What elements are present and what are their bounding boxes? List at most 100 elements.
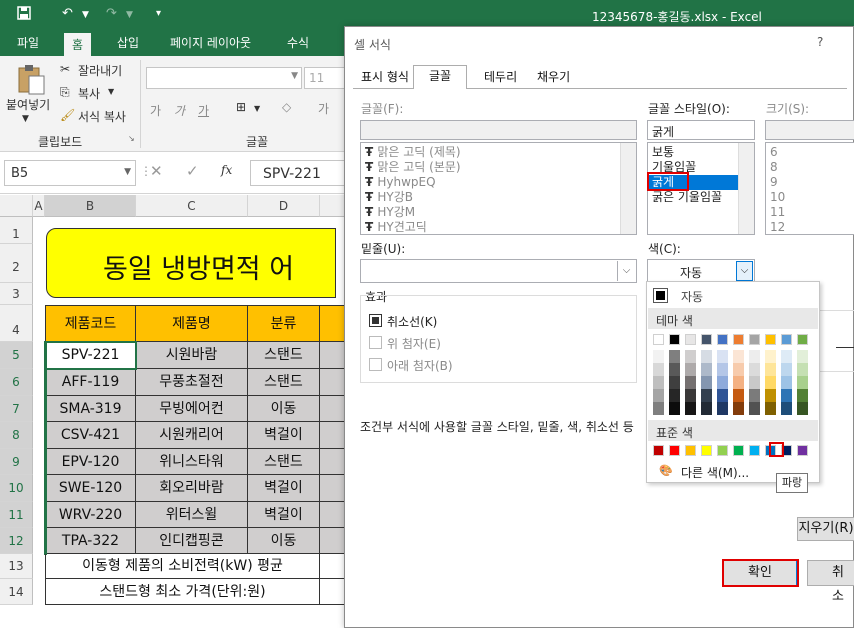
standard-color-swatch[interactable] <box>797 445 808 456</box>
cell-product-code[interactable]: SMA-319 <box>45 396 136 422</box>
cell-category[interactable]: 벽걸이 <box>248 475 320 502</box>
cell[interactable] <box>320 422 345 449</box>
theme-color-swatch[interactable] <box>765 363 776 376</box>
cell[interactable] <box>320 369 345 396</box>
row-header[interactable]: 4 <box>0 305 33 342</box>
bold-button[interactable]: 가 <box>150 102 161 119</box>
column-header-a[interactable]: A <box>33 195 45 217</box>
theme-color-swatch[interactable] <box>797 389 808 402</box>
theme-color-swatch[interactable] <box>717 402 728 415</box>
superscript-checkbox[interactable] <box>369 336 382 349</box>
font-item[interactable]: Ŧ 맑은 고딕 (본문) <box>361 160 636 175</box>
row-header[interactable]: 7 <box>0 396 33 422</box>
theme-color-swatch[interactable] <box>717 334 728 345</box>
scrollbar[interactable] <box>620 143 636 234</box>
clear-button[interactable]: 지우기(R) <box>797 517 854 541</box>
font-item[interactable]: Ŧ HY강M <box>361 205 636 220</box>
theme-color-swatch[interactable] <box>669 363 680 376</box>
theme-color-swatch[interactable] <box>685 350 696 363</box>
standard-color-swatch[interactable] <box>717 445 728 456</box>
border-dropdown-icon[interactable]: ▼ <box>254 104 260 113</box>
tab-border[interactable]: 테두리 <box>478 67 523 89</box>
cell[interactable] <box>320 528 345 554</box>
subscript-checkbox[interactable] <box>369 358 382 371</box>
cell-category[interactable]: 이동 <box>248 396 320 422</box>
copy-icon[interactable]: ⎘ <box>60 85 70 100</box>
theme-color-swatch[interactable] <box>669 402 680 415</box>
automatic-color-swatch[interactable] <box>653 288 668 303</box>
copy-button[interactable]: 복사 <box>78 85 100 102</box>
theme-color-swatch[interactable] <box>797 402 808 415</box>
theme-color-swatch[interactable] <box>733 402 744 415</box>
cell[interactable] <box>320 502 345 528</box>
theme-color-swatch[interactable] <box>701 402 712 415</box>
size-item[interactable]: 10 <box>766 190 854 205</box>
style-input[interactable]: 굵게 <box>647 120 755 140</box>
enter-icon[interactable]: ✓ <box>186 162 199 180</box>
cut-button[interactable]: 잘라내기 <box>78 62 122 79</box>
automatic-color-label[interactable]: 자동 <box>681 288 703 305</box>
cell-product-code[interactable]: TPA-322 <box>45 528 136 554</box>
more-colors-link[interactable]: 다른 색(M)... <box>681 464 749 481</box>
theme-color-swatch[interactable] <box>749 376 760 389</box>
worksheet[interactable]: A B C D 1 2 3 4 5 6 7 8 9 10 11 12 13 14… <box>0 195 345 628</box>
header-category[interactable]: 분류 <box>248 305 320 342</box>
row-header[interactable]: 5 <box>0 342 33 369</box>
tab-file[interactable]: 파일 <box>17 34 39 51</box>
undo-icon[interactable]: ↶ <box>62 6 73 21</box>
theme-color-swatch[interactable] <box>749 389 760 402</box>
name-box[interactable]: B5 ▼ <box>4 160 136 186</box>
row-header[interactable]: 2 <box>0 244 33 283</box>
theme-color-swatch[interactable] <box>701 363 712 376</box>
fill-color-icon[interactable]: ◇ <box>282 100 291 114</box>
cell-category[interactable]: 스탠드 <box>248 342 320 369</box>
font-input[interactable] <box>360 120 637 140</box>
redo-icon[interactable]: ↷ <box>106 6 117 21</box>
cut-icon[interactable]: ✂ <box>60 62 70 76</box>
row-header[interactable]: 12 <box>0 528 33 554</box>
row-header[interactable]: 11 <box>0 502 33 528</box>
row-header[interactable]: 14 <box>0 579 33 605</box>
theme-color-swatch[interactable] <box>701 350 712 363</box>
theme-color-swatch[interactable] <box>685 334 696 345</box>
summary-cell[interactable] <box>320 579 345 605</box>
standard-color-swatch[interactable] <box>701 445 712 456</box>
theme-color-swatch[interactable] <box>781 402 792 415</box>
theme-color-swatch[interactable] <box>765 334 776 345</box>
size-item[interactable]: 8 <box>766 160 854 175</box>
summary-mobile-power[interactable]: 이동형 제품의 소비전력(kW) 평균 <box>45 554 320 579</box>
theme-color-swatch[interactable] <box>669 389 680 402</box>
row-header[interactable]: 6 <box>0 369 33 396</box>
font-color-icon[interactable]: 가 <box>318 100 329 117</box>
format-painter-icon[interactable]: 🖌 <box>60 108 75 122</box>
theme-color-swatch[interactable] <box>797 334 808 345</box>
cell-category[interactable]: 스탠드 <box>248 449 320 475</box>
theme-color-swatch[interactable] <box>781 376 792 389</box>
cell[interactable] <box>320 475 345 502</box>
theme-color-swatch[interactable] <box>653 350 664 363</box>
theme-color-swatch[interactable] <box>797 363 808 376</box>
theme-color-swatch[interactable] <box>765 389 776 402</box>
format-painter-button[interactable]: 서식 복사 <box>78 108 126 125</box>
underline-button[interactable]: 가 <box>198 102 209 119</box>
tab-page-layout[interactable]: 페이지 레이아웃 <box>170 34 251 51</box>
cancel-icon[interactable]: ✕ <box>150 162 163 180</box>
undo-dropdown-icon[interactable]: ▼ <box>82 10 89 20</box>
standard-color-swatch[interactable] <box>653 445 664 456</box>
font-size-combo[interactable]: 11 <box>304 67 345 89</box>
theme-color-swatch[interactable] <box>669 376 680 389</box>
row-header[interactable]: 3 <box>0 283 33 305</box>
cell-category[interactable]: 스탠드 <box>248 369 320 396</box>
tab-number[interactable]: 표시 형식 <box>355 67 415 89</box>
theme-color-swatch[interactable] <box>701 376 712 389</box>
cell-product-code[interactable]: CSV-421 <box>45 422 136 449</box>
theme-color-swatch[interactable] <box>749 350 760 363</box>
cell-product-code[interactable]: WRV-220 <box>45 502 136 528</box>
cell-product-name[interactable]: 위터스윌 <box>136 502 248 528</box>
theme-color-swatch[interactable] <box>733 334 744 345</box>
customize-icon[interactable]: ▾ <box>156 8 161 19</box>
theme-color-swatch[interactable] <box>717 350 728 363</box>
theme-color-swatch[interactable] <box>717 376 728 389</box>
row-header[interactable]: 10 <box>0 475 33 502</box>
size-item[interactable]: 11 <box>766 205 854 220</box>
